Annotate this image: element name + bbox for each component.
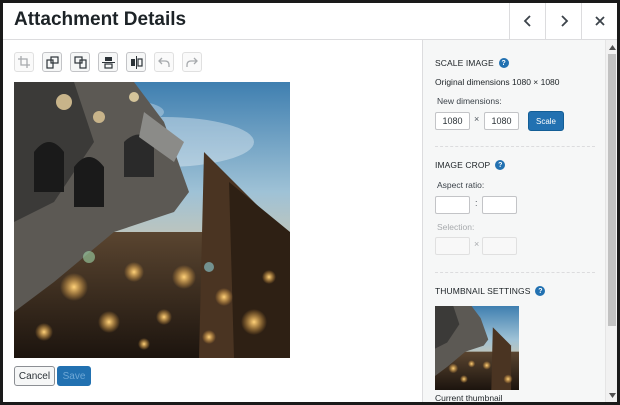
next-button[interactable] <box>545 3 582 39</box>
original-dimensions: Original dimensions 1080 × 1080 <box>435 77 560 87</box>
times-separator: × <box>474 114 480 124</box>
flip-vertical-icon <box>101 56 115 69</box>
selection-width-input[interactable] <box>435 237 470 255</box>
flip-vertical-tool[interactable] <box>98 52 118 72</box>
redo-icon <box>186 57 198 67</box>
modal-header: Attachment Details <box>3 3 617 40</box>
previous-button[interactable] <box>509 3 546 39</box>
aspect-ratio-height-input[interactable] <box>482 196 517 214</box>
new-dimensions-label: New dimensions: <box>437 96 502 106</box>
selection-height-input[interactable] <box>482 237 517 255</box>
help-icon[interactable]: ? <box>495 160 506 170</box>
current-thumbnail-caption: Current thumbnail <box>435 393 503 402</box>
selection-label: Selection: <box>437 222 475 232</box>
rotate-left-icon <box>45 55 59 69</box>
scale-button[interactable]: Scale <box>528 111 564 131</box>
cancel-button[interactable]: Cancel <box>14 366 55 386</box>
chevron-left-icon <box>523 15 531 27</box>
thumbnail-settings-title: THUMBNAIL SETTINGS <box>435 286 531 296</box>
crop-tool[interactable] <box>14 52 34 72</box>
section-divider <box>435 272 595 273</box>
attachment-details-modal: Attachment Details Cancel Save SCALE IMA… <box>3 3 617 402</box>
flip-horizontal-tool[interactable] <box>126 52 146 72</box>
crop-icon <box>18 56 30 68</box>
close-button[interactable] <box>581 3 617 39</box>
times-separator: × <box>474 239 480 249</box>
image-editor: Cancel Save <box>3 40 422 402</box>
scroll-down-arrow[interactable] <box>606 390 617 400</box>
scale-height-input[interactable]: 1080 <box>484 112 519 130</box>
current-thumbnail-image <box>435 306 519 390</box>
scale-width-input[interactable]: 1080 <box>435 112 470 130</box>
chevron-right-icon <box>561 15 569 27</box>
aspect-ratio-width-input[interactable] <box>435 196 470 214</box>
undo-tool[interactable] <box>154 52 174 72</box>
image-preview[interactable] <box>14 82 290 358</box>
scroll-up-arrow[interactable] <box>606 42 617 52</box>
save-button[interactable]: Save <box>57 366 91 386</box>
colon-separator: : <box>475 198 478 208</box>
flip-horizontal-icon <box>130 55 143 69</box>
undo-icon <box>158 57 170 67</box>
rotate-right-tool[interactable] <box>70 52 90 72</box>
scale-image-heading: SCALE IMAGE ? <box>435 58 509 68</box>
aspect-ratio-label: Aspect ratio: <box>437 180 485 190</box>
redo-tool[interactable] <box>182 52 202 72</box>
city-night-photo <box>14 82 290 358</box>
close-icon <box>595 16 605 26</box>
modal-title: Attachment Details <box>14 9 187 30</box>
sidebar-scrollbar[interactable] <box>605 40 617 402</box>
help-icon[interactable]: ? <box>535 286 546 296</box>
image-crop-title: IMAGE CROP <box>435 160 491 170</box>
scale-image-title: SCALE IMAGE <box>435 58 494 68</box>
thumbnail-settings-heading: THUMBNAIL SETTINGS ? <box>435 286 546 296</box>
rotate-left-tool[interactable] <box>42 52 62 72</box>
image-crop-heading: IMAGE CROP ? <box>435 160 506 170</box>
help-icon[interactable]: ? <box>498 58 509 68</box>
image-settings-sidebar: SCALE IMAGE ? Original dimensions 1080 ×… <box>422 40 606 402</box>
scrollbar-thumb[interactable] <box>608 54 616 326</box>
rotate-right-icon <box>73 55 87 69</box>
section-divider <box>435 146 595 147</box>
